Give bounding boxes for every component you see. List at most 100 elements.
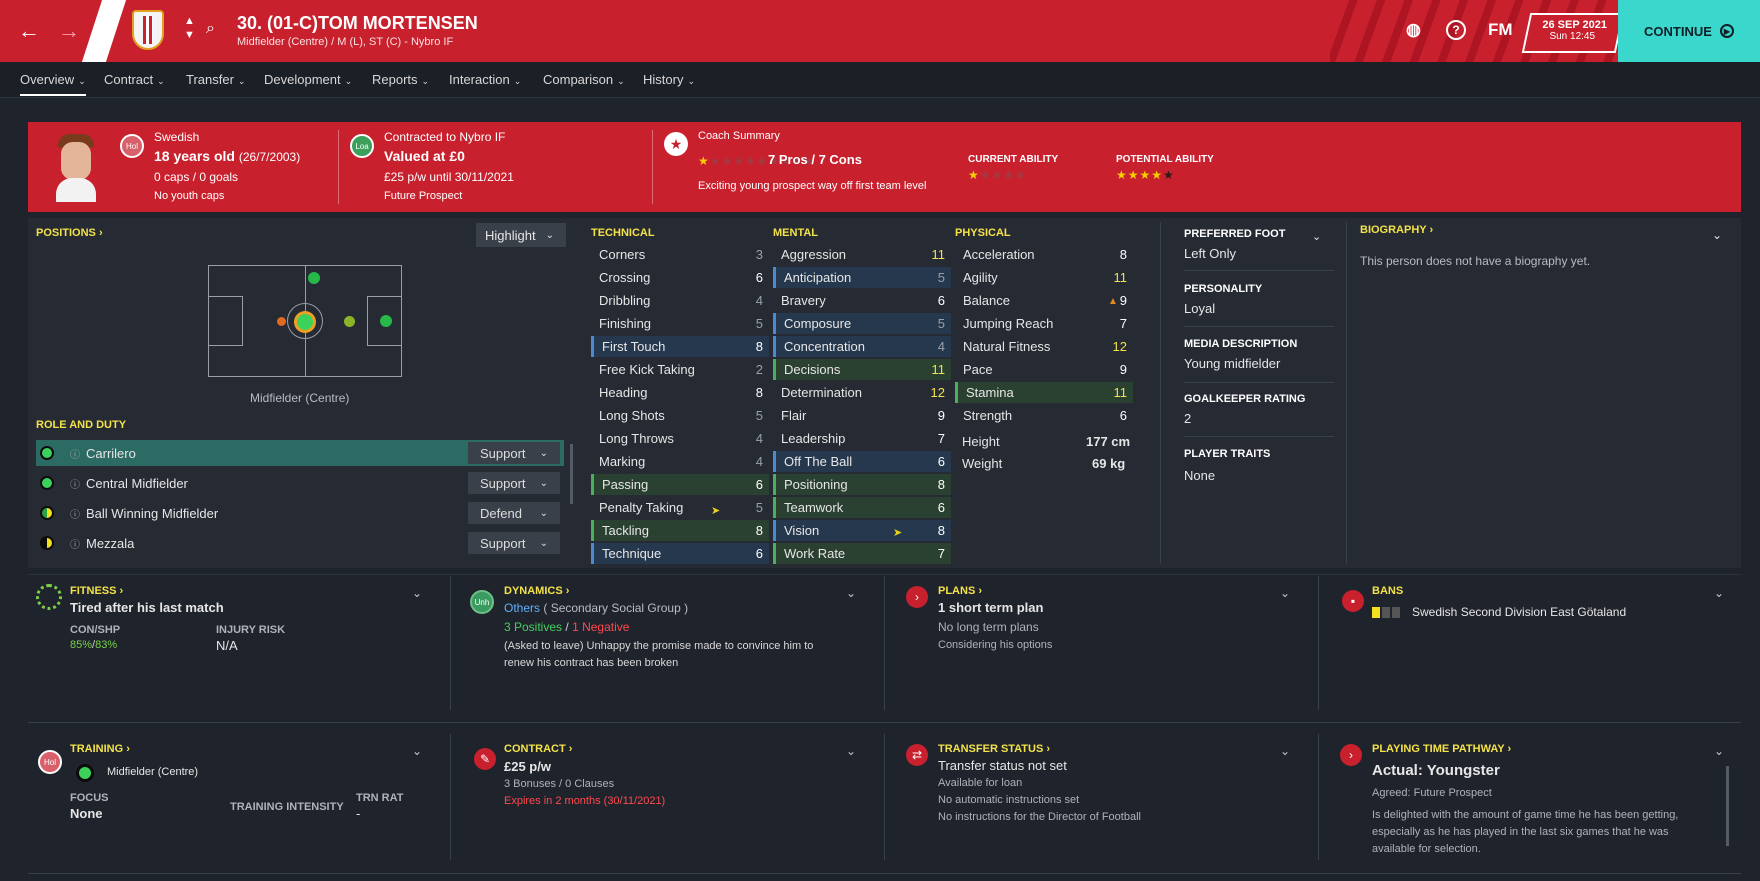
- attribute-row[interactable]: Natural Fitness 12: [955, 336, 1133, 357]
- attribute-row[interactable]: Anticipation 5: [773, 267, 951, 288]
- attribute-row[interactable]: Off The Ball 6: [773, 451, 951, 472]
- role-row[interactable]: ⓘ Central Midfielder Support ⌄: [36, 470, 564, 496]
- attribute-row[interactable]: Concentration 4: [773, 336, 951, 357]
- playing-time-title[interactable]: PLAYING TIME PATHWAY ›: [1372, 743, 1511, 755]
- attribute-row[interactable]: Long Throws 4: [591, 428, 769, 449]
- position-dot-mc[interactable]: [297, 314, 313, 330]
- contract-title[interactable]: CONTRACT ›: [504, 743, 572, 755]
- ban-competition[interactable]: Swedish Second Division East Götaland: [1412, 605, 1626, 619]
- attribute-row[interactable]: Work Rate 7: [773, 543, 951, 564]
- positions-title[interactable]: POSITIONS ›: [36, 227, 103, 239]
- youth-caps: No youth caps: [154, 190, 225, 202]
- attribute-row[interactable]: Bravery 6: [773, 290, 951, 311]
- tab-transfer[interactable]: Transfer ⌄: [186, 72, 245, 87]
- globe-icon[interactable]: ◍: [1406, 20, 1421, 40]
- attribute-row[interactable]: Vision 8: [773, 520, 951, 541]
- attribute-row[interactable]: Agility 11: [955, 267, 1133, 288]
- highlight-dropdown[interactable]: Highlight ⌄: [476, 223, 566, 247]
- fm-menu-button[interactable]: FM: [1488, 20, 1513, 40]
- scrollbar[interactable]: [1726, 766, 1729, 846]
- attribute-row[interactable]: Free Kick Taking 2: [591, 359, 769, 380]
- training-title[interactable]: TRAINING ›: [70, 743, 130, 755]
- info-icon[interactable]: ⓘ: [70, 536, 80, 551]
- tab-contract[interactable]: Contract ⌄: [104, 72, 165, 87]
- attribute-row[interactable]: Jumping Reach 7: [955, 313, 1133, 334]
- scrollbar[interactable]: [570, 444, 573, 504]
- info-icon[interactable]: ⓘ: [70, 476, 80, 491]
- duty-dropdown[interactable]: Defend ⌄: [468, 502, 560, 524]
- attribute-row[interactable]: Marking 4: [591, 451, 769, 472]
- player-switch-arrows[interactable]: ▲ ▼: [184, 14, 195, 42]
- negatives[interactable]: 1 Negative: [572, 620, 629, 634]
- attribute-row[interactable]: Dribbling 4: [591, 290, 769, 311]
- chevron-down-icon[interactable]: ⌄: [1712, 228, 1722, 242]
- position-dot-ml[interactable]: [308, 272, 320, 284]
- position-dot-dm[interactable]: [277, 317, 286, 326]
- tab-development[interactable]: Development ⌄: [264, 72, 352, 87]
- positives[interactable]: 3 Positives: [504, 620, 562, 634]
- chevron-down-icon[interactable]: ⌄: [1312, 230, 1321, 243]
- tab-comparison[interactable]: Comparison ⌄: [543, 72, 625, 87]
- attribute-row[interactable]: Determination 12: [773, 382, 951, 403]
- attribute-row[interactable]: Technique 6: [591, 543, 769, 564]
- chevron-down-icon[interactable]: ⌄: [1714, 744, 1724, 758]
- attribute-row[interactable]: Acceleration 8: [955, 244, 1133, 265]
- forward-arrow-icon[interactable]: →: [54, 16, 84, 46]
- attribute-row[interactable]: Tackling 8: [591, 520, 769, 541]
- duty-dropdown[interactable]: Support ⌄: [468, 472, 560, 494]
- game-date[interactable]: 26 SEP 2021 Sun 12:45: [1521, 13, 1625, 53]
- tab-reports[interactable]: Reports ⌄: [372, 72, 429, 87]
- help-icon[interactable]: ?: [1446, 20, 1466, 40]
- club-crest[interactable]: [132, 10, 164, 50]
- position-dot-st[interactable]: [380, 315, 392, 327]
- attribute-row[interactable]: Penalty Taking 5: [591, 497, 769, 518]
- attribute-row[interactable]: Stamina 11: [955, 382, 1133, 403]
- role-row[interactable]: ⓘ Ball Winning Midfielder Defend ⌄: [36, 500, 564, 526]
- attribute-row[interactable]: Corners 3: [591, 244, 769, 265]
- attribute-row[interactable]: Strength 6: [955, 405, 1133, 426]
- pros-cons[interactable]: 7 Pros / 7 Cons: [768, 152, 862, 167]
- plans-title[interactable]: PLANS ›: [938, 585, 982, 597]
- chevron-down-icon[interactable]: ⌄: [412, 586, 422, 600]
- biography-title[interactable]: BIOGRAPHY ›: [1360, 224, 1433, 236]
- search-icon[interactable]: ⌕: [206, 20, 215, 38]
- chevron-down-icon[interactable]: ⌄: [1280, 744, 1290, 758]
- chevron-down-icon[interactable]: ⌄: [846, 586, 856, 600]
- info-icon[interactable]: ⓘ: [70, 446, 80, 461]
- tab-overview[interactable]: Overview ⌄: [20, 72, 86, 96]
- chevron-down-icon[interactable]: ⌄: [1714, 586, 1724, 600]
- role-row[interactable]: ⓘ Carrilero Support ⌄: [36, 440, 564, 466]
- attribute-row[interactable]: Aggression 11: [773, 244, 951, 265]
- attribute-row[interactable]: Finishing 5: [591, 313, 769, 334]
- attribute-row[interactable]: Crossing 6: [591, 267, 769, 288]
- info-icon[interactable]: ⓘ: [70, 506, 80, 521]
- tab-interaction[interactable]: Interaction ⌄: [449, 72, 521, 87]
- attribute-row[interactable]: Pace 9: [955, 359, 1133, 380]
- attribute-row[interactable]: Long Shots 5: [591, 405, 769, 426]
- date-text: 26 SEP 2021: [1542, 19, 1608, 31]
- transfer-status-title[interactable]: TRANSFER STATUS ›: [938, 743, 1050, 755]
- dynamics-title[interactable]: DYNAMICS ›: [504, 585, 569, 597]
- attribute-row[interactable]: Teamwork 6: [773, 497, 951, 518]
- attribute-row[interactable]: Leadership 7: [773, 428, 951, 449]
- attribute-row[interactable]: First Touch 8: [591, 336, 769, 357]
- attribute-row[interactable]: Passing 6: [591, 474, 769, 495]
- back-arrow-icon[interactable]: ←: [14, 16, 44, 46]
- position-dot-am[interactable]: [344, 316, 355, 327]
- fitness-title[interactable]: FITNESS ›: [70, 585, 123, 597]
- chevron-down-icon[interactable]: ⌄: [1280, 586, 1290, 600]
- chevron-down-icon[interactable]: ⌄: [412, 744, 422, 758]
- tab-history[interactable]: History ⌄: [643, 72, 695, 87]
- social-group[interactable]: Others: [504, 601, 540, 615]
- chevron-down-icon[interactable]: ⌄: [846, 744, 856, 758]
- duty-dropdown[interactable]: Support ⌄: [468, 532, 560, 554]
- attribute-row[interactable]: Flair 9: [773, 405, 951, 426]
- duty-dropdown[interactable]: Support ⌄: [468, 442, 560, 464]
- attribute-row[interactable]: Positioning 8: [773, 474, 951, 495]
- attribute-row[interactable]: Composure 5: [773, 313, 951, 334]
- attribute-row[interactable]: Balance 9: [955, 290, 1133, 311]
- role-row[interactable]: ⓘ Mezzala Support ⌄: [36, 530, 564, 556]
- continue-button[interactable]: CONTINUE ▶: [1618, 0, 1760, 62]
- attribute-row[interactable]: Decisions 11: [773, 359, 951, 380]
- attribute-row[interactable]: Heading 8: [591, 382, 769, 403]
